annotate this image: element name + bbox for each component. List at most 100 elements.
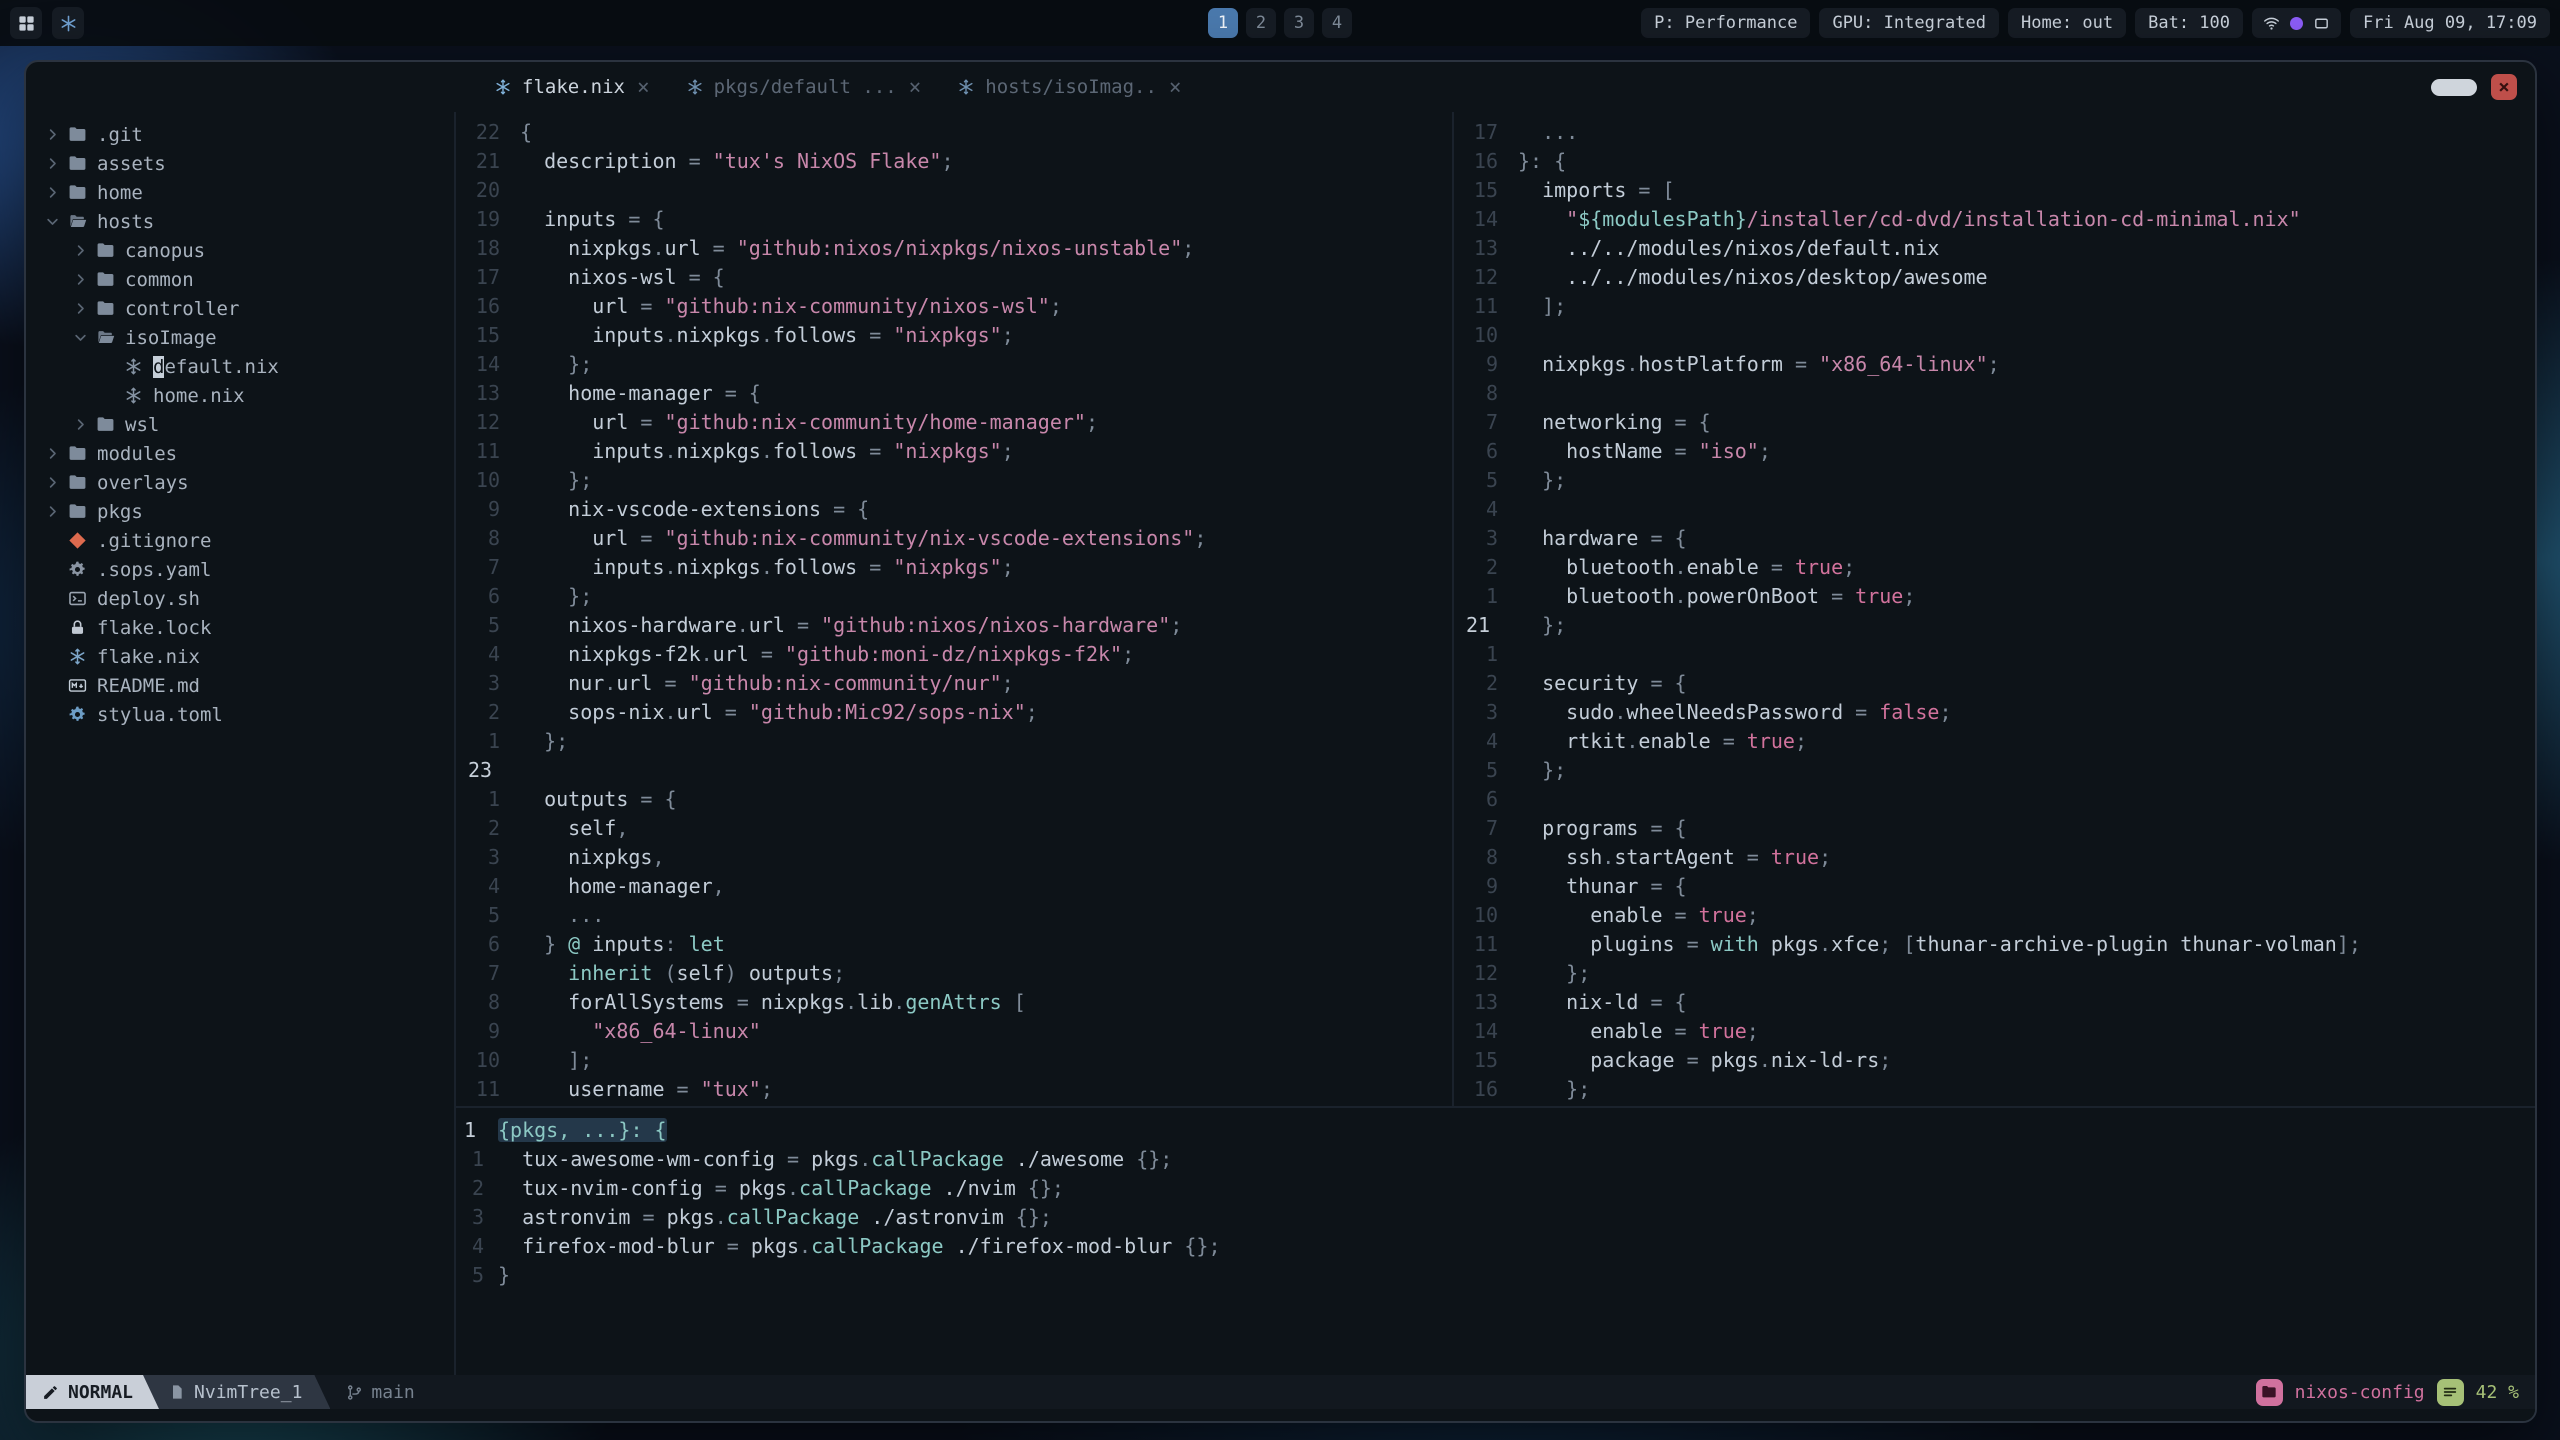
- code-line[interactable]: 2 tux-nvim-config = pkgs.callPackage ./n…: [456, 1174, 2535, 1203]
- tree-item[interactable]: modules: [26, 439, 454, 468]
- code-line[interactable]: 11 inputs.nixpkgs.follows = "nixpkgs";: [456, 437, 1452, 466]
- tree-item[interactable]: home.nix: [26, 381, 454, 410]
- code-line[interactable]: 5 nixos-hardware.url = "github:nixos/nix…: [456, 611, 1452, 640]
- code-line[interactable]: 9 nixpkgs.hostPlatform = "x86_64-linux";: [1454, 350, 2535, 379]
- code-line[interactable]: 13 nix-ld = {: [1454, 988, 2535, 1017]
- code-line[interactable]: 11 ];: [1454, 292, 2535, 321]
- code-line[interactable]: 15 inputs.nixpkgs.follows = "nixpkgs";: [456, 321, 1452, 350]
- code-line[interactable]: 6 hostName = "iso";: [1454, 437, 2535, 466]
- chevron-right-icon[interactable]: [40, 127, 64, 142]
- workspace-tag[interactable]: 4: [1322, 8, 1352, 38]
- code-line[interactable]: 18 nixpkgs.url = "github:nixos/nixpkgs/n…: [456, 234, 1452, 263]
- code-line[interactable]: 9 thunar = {: [1454, 872, 2535, 901]
- code-line[interactable]: 6 } @ inputs: let: [456, 930, 1452, 959]
- code-line[interactable]: 11 username = "tux";: [456, 1075, 1452, 1104]
- tab-close-icon[interactable]: ×: [1169, 75, 1182, 99]
- code-line[interactable]: 5 };: [1454, 466, 2535, 495]
- code-line[interactable]: 3 nur.url = "github:nix-community/nur";: [456, 669, 1452, 698]
- workspace-tag[interactable]: 3: [1284, 8, 1314, 38]
- code-line[interactable]: 3 sudo.wheelNeedsPassword = false;: [1454, 698, 2535, 727]
- code-line[interactable]: 5 ...: [456, 901, 1452, 930]
- tree-item[interactable]: default.nix: [26, 352, 454, 381]
- chevron-down-icon[interactable]: [40, 214, 64, 229]
- code-line[interactable]: 3 nixpkgs,: [456, 843, 1452, 872]
- code-line[interactable]: 6: [1454, 785, 2535, 814]
- code-line[interactable]: 4 home-manager,: [456, 872, 1452, 901]
- code-line[interactable]: 2 sops-nix.url = "github:Mic92/sops-nix"…: [456, 698, 1452, 727]
- code-line[interactable]: 10 enable = true;: [1454, 901, 2535, 930]
- code-line[interactable]: 7 inherit (self) outputs;: [456, 959, 1452, 988]
- workspace-tag[interactable]: 2: [1246, 8, 1276, 38]
- code-line[interactable]: 9 "x86_64-linux": [456, 1017, 1452, 1046]
- tree-item[interactable]: .sops.yaml: [26, 555, 454, 584]
- tree-item[interactable]: controller: [26, 294, 454, 323]
- code-line[interactable]: 10: [1454, 321, 2535, 350]
- tray-icon[interactable]: [2313, 15, 2330, 32]
- code-line[interactable]: 12 };: [1454, 959, 2535, 988]
- code-line[interactable]: 23: [456, 756, 1452, 785]
- chevron-right-icon[interactable]: [40, 156, 64, 171]
- tree-item[interactable]: deploy.sh: [26, 584, 454, 613]
- tree-item[interactable]: common: [26, 265, 454, 294]
- battery-widget[interactable]: Bat: 100: [2135, 8, 2243, 38]
- tree-item[interactable]: home: [26, 178, 454, 207]
- chevron-right-icon[interactable]: [40, 185, 64, 200]
- chevron-down-icon[interactable]: [68, 330, 92, 345]
- code-line[interactable]: 16 url = "github:nix-community/nixos-wsl…: [456, 292, 1452, 321]
- code-line[interactable]: 14 enable = true;: [1454, 1017, 2535, 1046]
- code-line[interactable]: 12 url = "github:nix-community/home-mana…: [456, 408, 1452, 437]
- code-line[interactable]: 5 };: [1454, 756, 2535, 785]
- window-close-button[interactable]: ×: [2491, 74, 2517, 100]
- tab[interactable]: pkgs/default ... ×: [670, 62, 938, 112]
- code-line[interactable]: 9 nix-vscode-extensions = {: [456, 495, 1452, 524]
- launcher-button[interactable]: [10, 7, 42, 39]
- tab[interactable]: hosts/isoImag.. ×: [941, 62, 1197, 112]
- code-line[interactable]: 4 firefox-mod-blur = pkgs.callPackage ./…: [456, 1232, 2535, 1261]
- tree-item[interactable]: stylua.toml: [26, 700, 454, 729]
- home-widget[interactable]: Home: out: [2007, 8, 2127, 38]
- tree-item[interactable]: assets: [26, 149, 454, 178]
- workspace-tag[interactable]: 1: [1208, 8, 1238, 38]
- tab[interactable]: flake.nix ×: [478, 62, 666, 112]
- code-line[interactable]: 1 {pkgs, ...}: {: [456, 1116, 2535, 1145]
- code-line[interactable]: 13 home-manager = {: [456, 379, 1452, 408]
- code-line[interactable]: 7 programs = {: [1454, 814, 2535, 843]
- code-line[interactable]: 10 };: [456, 466, 1452, 495]
- tree-item[interactable]: README.md: [26, 671, 454, 700]
- code-line[interactable]: 8 forAllSystems = nixpkgs.lib.genAttrs [: [456, 988, 1452, 1017]
- code-line[interactable]: 2 self,: [456, 814, 1452, 843]
- code-line[interactable]: 2 bluetooth.enable = true;: [1454, 553, 2535, 582]
- code-line[interactable]: 4 rtkit.enable = true;: [1454, 727, 2535, 756]
- code-line[interactable]: 4 nixpkgs-f2k.url = "github:moni-dz/nixp…: [456, 640, 1452, 669]
- code-line[interactable]: 15 package = pkgs.nix-ld-rs;: [1454, 1046, 2535, 1075]
- code-line[interactable]: 8 url = "github:nix-community/nix-vscode…: [456, 524, 1452, 553]
- chevron-right-icon[interactable]: [40, 504, 64, 519]
- code-line[interactable]: 3 astronvim = pkgs.callPackage ./astronv…: [456, 1203, 2535, 1232]
- code-line[interactable]: 17 nixos-wsl = {: [456, 263, 1452, 292]
- code-line[interactable]: 14 "${modulesPath}/installer/cd-dvd/inst…: [1454, 205, 2535, 234]
- code-line[interactable]: 16}: {: [1454, 147, 2535, 176]
- chevron-right-icon[interactable]: [40, 446, 64, 461]
- code-line[interactable]: 14 };: [456, 350, 1452, 379]
- tree-item[interactable]: isoImage: [26, 323, 454, 352]
- code-line[interactable]: 1 outputs = {: [456, 785, 1452, 814]
- chevron-right-icon[interactable]: [68, 417, 92, 432]
- code-line[interactable]: 1 };: [456, 727, 1452, 756]
- code-line[interactable]: 22 {: [456, 118, 1452, 147]
- wifi-icon[interactable]: [2263, 15, 2280, 32]
- chevron-right-icon[interactable]: [68, 301, 92, 316]
- gpu-widget[interactable]: GPU: Integrated: [1819, 8, 1999, 38]
- nix-logo-button[interactable]: [52, 7, 84, 39]
- status-dot-icon[interactable]: [2290, 16, 2303, 30]
- code-line[interactable]: 5}: [456, 1261, 2535, 1290]
- code-line[interactable]: 1 tux-awesome-wm-config = pkgs.callPacka…: [456, 1145, 2535, 1174]
- tree-item[interactable]: canopus: [26, 236, 454, 265]
- tree-item[interactable]: wsl: [26, 410, 454, 439]
- tree-item[interactable]: .git: [26, 120, 454, 149]
- chevron-right-icon[interactable]: [40, 475, 64, 490]
- chevron-right-icon[interactable]: [68, 272, 92, 287]
- code-line[interactable]: 7 networking = {: [1454, 408, 2535, 437]
- code-line[interactable]: 4: [1454, 495, 2535, 524]
- code-line[interactable]: 10 ];: [456, 1046, 1452, 1075]
- tab-close-icon[interactable]: ×: [909, 75, 922, 99]
